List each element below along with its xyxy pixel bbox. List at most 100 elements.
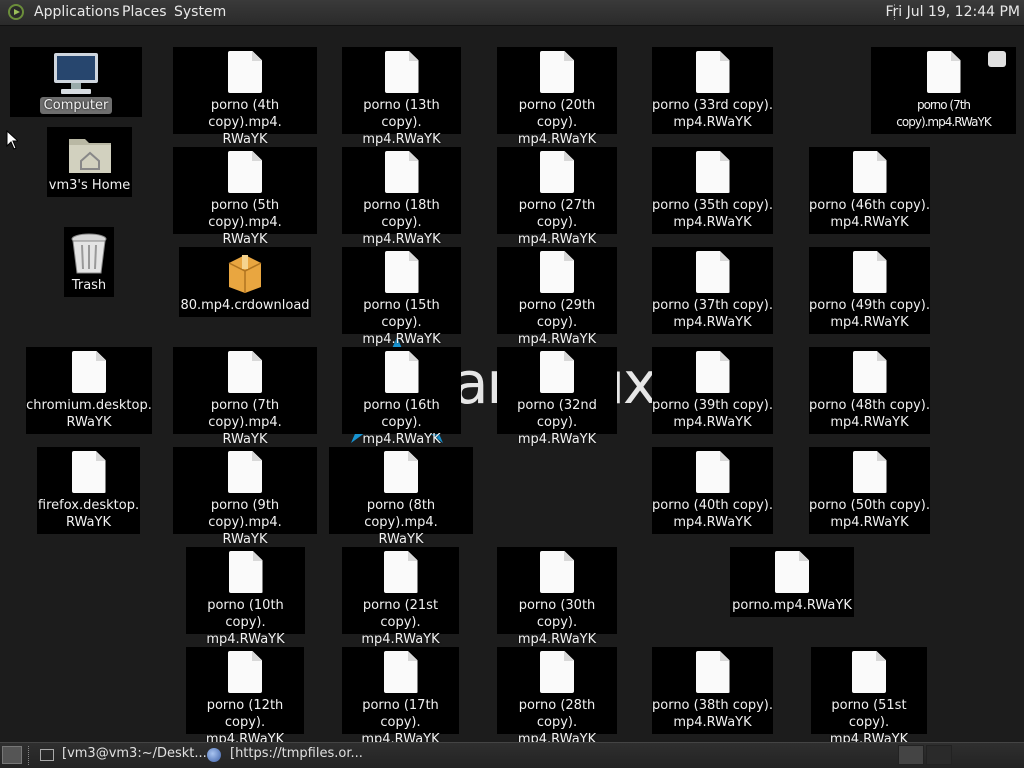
desktop-icon-label: porno (16th copy). mp4.RWaYK bbox=[362, 398, 441, 447]
desktop-file-icon[interactable]: porno (35th copy). mp4.RWaYK bbox=[652, 147, 773, 234]
document-icon bbox=[72, 351, 106, 393]
document-icon bbox=[926, 51, 961, 93]
desktop-file-icon[interactable]: porno (4th copy).mp4. RWaYK bbox=[173, 47, 317, 147]
desktop-icon-label: Trash bbox=[71, 278, 107, 293]
desktop-file-icon[interactable]: porno (18th copy). mp4.RWaYK bbox=[342, 147, 461, 247]
desktop-file-icon[interactable]: porno (48th copy). mp4.RWaYK bbox=[809, 347, 930, 434]
desktop-icon-label: porno (5th copy).mp4. RWaYK bbox=[208, 198, 282, 247]
show-desktop-icon[interactable] bbox=[2, 746, 22, 764]
document-icon bbox=[540, 551, 574, 593]
desktop-file-icon[interactable]: porno (20th copy). mp4.RWaYK bbox=[497, 47, 617, 147]
desktop-file-icon[interactable]: porno (39th copy). mp4.RWaYK bbox=[652, 347, 773, 434]
desktop-icon-label: porno (38th copy). mp4.RWaYK bbox=[652, 698, 773, 730]
desktop-icon-label: porno (37th copy). mp4.RWaYK bbox=[652, 298, 773, 330]
document-icon bbox=[383, 651, 418, 693]
desktop-icon-label: 80.mp4.crdownload bbox=[180, 298, 310, 313]
desktop-icon-label: porno (29th copy). mp4.RWaYK bbox=[517, 298, 597, 347]
desktop-icon-label: chromium.desktop. RWaYK bbox=[26, 398, 152, 430]
document-icon bbox=[695, 451, 730, 493]
desktop-icon-overlapped[interactable]: porno (7th copy).mp4.RWaYK bbox=[871, 47, 1016, 134]
document-icon bbox=[695, 251, 730, 293]
document-icon bbox=[228, 51, 262, 93]
document-icon bbox=[383, 551, 418, 593]
home-folder-icon bbox=[67, 131, 113, 175]
desktop-file-icon[interactable]: porno (33rd copy). mp4.RWaYK bbox=[652, 47, 773, 134]
desktop-file-icon[interactable]: porno (7th copy).mp4. RWaYK bbox=[173, 347, 317, 447]
desktop-file-icon[interactable]: porno (5th copy).mp4. RWaYK bbox=[173, 147, 317, 247]
document-icon bbox=[540, 251, 574, 293]
desktop-file-icon[interactable]: porno (29th copy). mp4.RWaYK bbox=[497, 247, 617, 347]
desktop-icon-label: porno (30th copy). mp4.RWaYK bbox=[517, 598, 597, 647]
desktop-file-icon[interactable]: porno (9th copy).mp4. RWaYK bbox=[173, 447, 317, 547]
desktop-icon-label: porno (4th copy).mp4. RWaYK bbox=[208, 98, 282, 147]
desktop-file-icon[interactable]: porno (21st copy). mp4.RWaYK bbox=[342, 547, 459, 647]
desktop-file-icon[interactable]: porno (12th copy). mp4.RWaYK bbox=[186, 647, 304, 747]
document-icon bbox=[540, 351, 574, 393]
desktop-file-icon[interactable]: porno (51st copy). mp4.RWaYK bbox=[811, 647, 927, 747]
distro-logo-icon[interactable] bbox=[8, 4, 24, 20]
desktop-icon-label: porno (40th copy). mp4.RWaYK bbox=[652, 498, 773, 530]
desktop-icon-label: porno (46th copy). mp4.RWaYK bbox=[809, 198, 930, 230]
desktop-file-icon[interactable]: porno (46th copy). mp4.RWaYK bbox=[809, 147, 930, 234]
desktop-file-icon[interactable]: porno (13th copy). mp4.RWaYK bbox=[342, 47, 461, 147]
menu-applications[interactable]: Applications bbox=[34, 4, 120, 20]
document-icon bbox=[852, 451, 887, 493]
workspace-1[interactable] bbox=[898, 745, 924, 765]
document-icon bbox=[852, 251, 887, 293]
desktop-icon-label: porno (49th copy). mp4.RWaYK bbox=[809, 298, 930, 330]
desktop-file-icon[interactable]: porno (32nd copy). mp4.RWaYK bbox=[497, 347, 617, 447]
document-icon bbox=[384, 451, 418, 493]
desktop-file-icon[interactable]: porno (49th copy). mp4.RWaYK bbox=[809, 247, 930, 334]
taskbar-item-firefox[interactable]: [https://tmpfiles.or... bbox=[230, 746, 363, 765]
document-icon bbox=[384, 351, 419, 393]
clock[interactable]: Fri Jul 19, 12:44 PM bbox=[885, 4, 1020, 20]
desktop-icon-label: porno (39th copy). mp4.RWaYK bbox=[652, 398, 773, 430]
desktop-icon-label: porno (18th copy). mp4.RWaYK bbox=[362, 198, 441, 247]
document-icon bbox=[540, 151, 574, 193]
taskbar-item-terminal[interactable]: [vm3@vm3:~/Deskt... bbox=[62, 746, 207, 765]
desktop-icon-label: porno (13th copy). mp4.RWaYK bbox=[362, 98, 441, 147]
desktop-icon-download[interactable]: 80.mp4.crdownload bbox=[179, 247, 311, 317]
desktop-icon-label: Computer bbox=[39, 97, 113, 114]
menu-places[interactable]: Places bbox=[122, 4, 167, 20]
desktop-file-icon[interactable]: porno (17th copy). mp4.RWaYK bbox=[342, 647, 459, 747]
desktop-icon-label: porno (17th copy). mp4.RWaYK bbox=[361, 698, 440, 747]
document-icon bbox=[228, 351, 262, 393]
document-icon bbox=[228, 451, 262, 493]
desktop-file-icon[interactable]: porno (37th copy). mp4.RWaYK bbox=[652, 247, 773, 334]
menu-system[interactable]: System bbox=[174, 4, 226, 20]
desktop-file-icon[interactable]: porno (27th copy). mp4.RWaYK bbox=[497, 147, 617, 247]
top-panel: Applications Places System Fri Jul 19, 1… bbox=[0, 0, 1024, 26]
document-icon bbox=[228, 151, 262, 193]
document-icon bbox=[228, 551, 263, 593]
desktop-icon-home[interactable]: vm3's Home bbox=[47, 127, 132, 197]
desktop-icon-label: porno (27th copy). mp4.RWaYK bbox=[517, 198, 597, 247]
desktop-icon-label: porno (33rd copy). mp4.RWaYK bbox=[652, 98, 774, 130]
desktop-file-icon[interactable]: porno (50th copy). mp4.RWaYK bbox=[809, 447, 930, 534]
desktop-icon-computer[interactable]: Computer bbox=[10, 47, 142, 117]
desktop-icon-label: porno.mp4.RWaYK bbox=[732, 598, 852, 613]
desktop-icon-trash[interactable]: Trash bbox=[64, 227, 114, 297]
desktop-file-icon[interactable]: porno.mp4.RWaYK bbox=[730, 547, 854, 617]
desktop-file-icon[interactable]: porno (30th copy). mp4.RWaYK bbox=[497, 547, 617, 647]
desktop-file-icon[interactable]: chromium.desktop. RWaYK bbox=[26, 347, 152, 434]
desktop-file-icon[interactable]: porno (16th copy). mp4.RWaYK bbox=[342, 347, 461, 447]
document-icon bbox=[71, 451, 106, 493]
desktop-file-icon[interactable]: porno (10th copy). mp4.RWaYK bbox=[186, 547, 305, 647]
desktop-icon-label: porno (20th copy). mp4.RWaYK bbox=[517, 98, 597, 147]
workspace-2[interactable] bbox=[926, 745, 952, 765]
desktop-file-icon[interactable]: porno (40th copy). mp4.RWaYK bbox=[652, 447, 773, 534]
desktop-file-icon[interactable]: porno (38th copy). mp4.RWaYK bbox=[652, 647, 773, 734]
desktop-icon-label: porno (32nd copy). mp4.RWaYK bbox=[517, 398, 597, 447]
desktop-file-icon[interactable]: porno (8th copy).mp4. RWaYK bbox=[329, 447, 473, 547]
desktop-file-icon[interactable]: porno (28th copy). mp4.RWaYK bbox=[497, 647, 617, 747]
desktop-icon-label: porno (28th copy). mp4.RWaYK bbox=[517, 698, 597, 747]
document-icon bbox=[384, 251, 419, 293]
desktop-file-icon[interactable]: firefox.desktop. RWaYK bbox=[37, 447, 140, 534]
lock-icon bbox=[988, 51, 1006, 67]
document-icon bbox=[384, 151, 419, 193]
desktop-icon-label: porno (8th copy).mp4. RWaYK bbox=[364, 498, 438, 547]
desktop-file-icon[interactable]: porno (15th copy). mp4.RWaYK bbox=[342, 247, 461, 347]
document-icon bbox=[540, 51, 574, 93]
document-icon bbox=[852, 151, 887, 193]
